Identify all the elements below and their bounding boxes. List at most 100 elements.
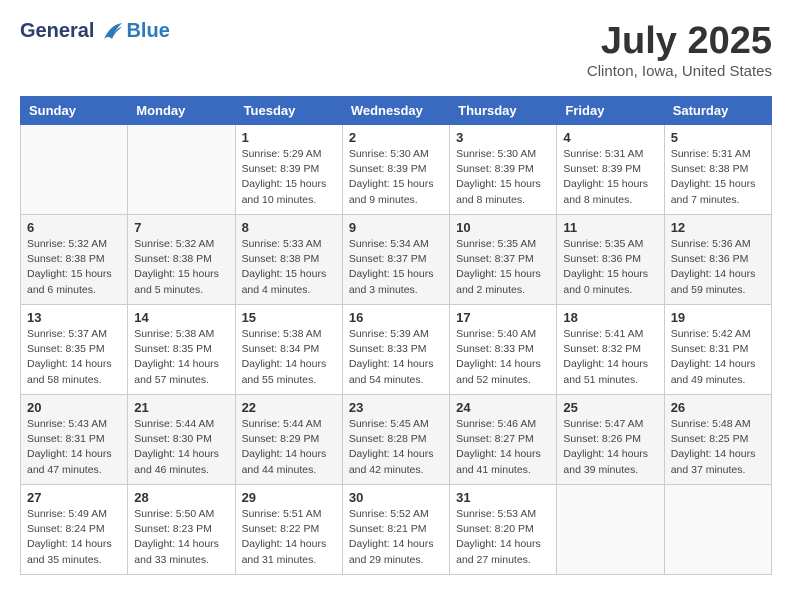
day-info: Sunrise: 5:49 AM Sunset: 8:24 PM Dayligh… [27, 507, 121, 568]
calendar-day-cell: 21Sunrise: 5:44 AM Sunset: 8:30 PM Dayli… [128, 395, 235, 485]
day-info: Sunrise: 5:46 AM Sunset: 8:27 PM Dayligh… [456, 417, 550, 478]
month-title: July 2025 [587, 20, 772, 63]
calendar-day-cell [128, 125, 235, 215]
logo-bird-icon [96, 21, 124, 43]
day-info: Sunrise: 5:31 AM Sunset: 8:38 PM Dayligh… [671, 147, 765, 208]
calendar-day-cell [664, 485, 771, 575]
day-info: Sunrise: 5:45 AM Sunset: 8:28 PM Dayligh… [349, 417, 443, 478]
calendar-week-row: 27 Sunrise: 5:49 AM Sunset: 8:24 PM Dayli… [21, 485, 772, 575]
calendar-day-cell: 8Sunrise: 5:33 AM Sunset: 8:38 PM Daylig… [235, 215, 342, 305]
day-info: Sunrise: 5:40 AM Sunset: 8:33 PM Dayligh… [456, 327, 550, 388]
logo: General Blue [20, 20, 170, 43]
calendar-day-cell: 10Sunrise: 5:35 AM Sunset: 8:37 PM Dayli… [450, 215, 557, 305]
day-number: 24 [456, 400, 550, 415]
location: Clinton, Iowa, United States [587, 63, 772, 80]
day-number: 14 [134, 310, 228, 325]
day-info: Sunrise: 5:30 AM Sunset: 8:39 PM Dayligh… [456, 147, 550, 208]
calendar-day-cell: 15Sunrise: 5:38 AM Sunset: 8:34 PM Dayli… [235, 305, 342, 395]
day-number: 18 [563, 310, 657, 325]
calendar-week-row: 20Sunrise: 5:43 AM Sunset: 8:31 PM Dayli… [21, 395, 772, 485]
day-number: 4 [563, 130, 657, 145]
day-info: Sunrise: 5:34 AM Sunset: 8:37 PM Dayligh… [349, 237, 443, 298]
calendar-day-cell: 6 Sunrise: 5:32 AM Sunset: 8:38 PM Daylig… [21, 215, 128, 305]
day-info: Sunrise: 5:44 AM Sunset: 8:29 PM Dayligh… [242, 417, 336, 478]
calendar-day-cell: 24 Sunrise: 5:46 AM Sunset: 8:27 PM Dayli… [450, 395, 557, 485]
calendar-day-cell: 28 Sunrise: 5:50 AM Sunset: 8:23 PM Dayli… [128, 485, 235, 575]
calendar-day-cell: 7 Sunrise: 5:32 AM Sunset: 8:38 PM Daylig… [128, 215, 235, 305]
calendar-week-row: 6 Sunrise: 5:32 AM Sunset: 8:38 PM Daylig… [21, 215, 772, 305]
day-number: 5 [671, 130, 765, 145]
day-number: 27 [27, 490, 121, 505]
calendar-day-cell: 12 Sunrise: 5:36 AM Sunset: 8:36 PM Dayli… [664, 215, 771, 305]
title-section: July 2025 Clinton, Iowa, United States [587, 20, 772, 80]
day-info: Sunrise: 5:50 AM Sunset: 8:23 PM Dayligh… [134, 507, 228, 568]
day-number: 7 [134, 220, 228, 235]
day-number: 16 [349, 310, 443, 325]
calendar-day-header: Wednesday [342, 97, 449, 125]
calendar-day-cell: 22 Sunrise: 5:44 AM Sunset: 8:29 PM Dayli… [235, 395, 342, 485]
day-number: 22 [242, 400, 336, 415]
calendar-day-header: Saturday [664, 97, 771, 125]
calendar-day-header: Friday [557, 97, 664, 125]
day-number: 6 [27, 220, 121, 235]
day-info: Sunrise: 5:51 AM Sunset: 8:22 PM Dayligh… [242, 507, 336, 568]
calendar-day-header: Tuesday [235, 97, 342, 125]
day-number: 11 [563, 220, 657, 235]
calendar-day-cell: 27 Sunrise: 5:49 AM Sunset: 8:24 PM Dayli… [21, 485, 128, 575]
calendar-day-cell: 25Sunrise: 5:47 AM Sunset: 8:26 PM Dayli… [557, 395, 664, 485]
day-info: Sunrise: 5:53 AM Sunset: 8:20 PM Dayligh… [456, 507, 550, 568]
calendar-day-cell: 4 Sunrise: 5:31 AM Sunset: 8:39 PM Daylig… [557, 125, 664, 215]
calendar-day-cell [557, 485, 664, 575]
day-info: Sunrise: 5:31 AM Sunset: 8:39 PM Dayligh… [563, 147, 657, 208]
day-info: Sunrise: 5:44 AM Sunset: 8:30 PM Dayligh… [134, 417, 228, 478]
day-number: 25 [563, 400, 657, 415]
day-number: 17 [456, 310, 550, 325]
calendar-day-cell: 29 Sunrise: 5:51 AM Sunset: 8:22 PM Dayli… [235, 485, 342, 575]
day-info: Sunrise: 5:35 AM Sunset: 8:37 PM Dayligh… [456, 237, 550, 298]
day-info: Sunrise: 5:32 AM Sunset: 8:38 PM Dayligh… [134, 237, 228, 298]
day-info: Sunrise: 5:36 AM Sunset: 8:36 PM Dayligh… [671, 237, 765, 298]
day-number: 13 [27, 310, 121, 325]
day-info: Sunrise: 5:42 AM Sunset: 8:31 PM Dayligh… [671, 327, 765, 388]
day-info: Sunrise: 5:29 AM Sunset: 8:39 PM Dayligh… [242, 147, 336, 208]
day-number: 1 [242, 130, 336, 145]
day-number: 9 [349, 220, 443, 235]
day-number: 19 [671, 310, 765, 325]
calendar-day-header: Sunday [21, 97, 128, 125]
day-number: 12 [671, 220, 765, 235]
calendar-day-cell: 1 Sunrise: 5:29 AM Sunset: 8:39 PM Daylig… [235, 125, 342, 215]
day-info: Sunrise: 5:52 AM Sunset: 8:21 PM Dayligh… [349, 507, 443, 568]
calendar-day-cell: 13 Sunrise: 5:37 AM Sunset: 8:35 PM Dayli… [21, 305, 128, 395]
calendar-week-row: 13 Sunrise: 5:37 AM Sunset: 8:35 PM Dayli… [21, 305, 772, 395]
calendar-table: SundayMondayTuesdayWednesdayThursdayFrid… [20, 96, 772, 575]
logo-general-text: General [20, 20, 94, 43]
day-info: Sunrise: 5:39 AM Sunset: 8:33 PM Dayligh… [349, 327, 443, 388]
day-info: Sunrise: 5:41 AM Sunset: 8:32 PM Dayligh… [563, 327, 657, 388]
day-info: Sunrise: 5:32 AM Sunset: 8:38 PM Dayligh… [27, 237, 121, 298]
calendar-day-cell: 30 Sunrise: 5:52 AM Sunset: 8:21 PM Dayli… [342, 485, 449, 575]
day-info: Sunrise: 5:30 AM Sunset: 8:39 PM Dayligh… [349, 147, 443, 208]
calendar-day-cell: 9 Sunrise: 5:34 AM Sunset: 8:37 PM Daylig… [342, 215, 449, 305]
day-number: 8 [242, 220, 336, 235]
calendar-day-cell: 11Sunrise: 5:35 AM Sunset: 8:36 PM Dayli… [557, 215, 664, 305]
calendar-day-cell: 5 Sunrise: 5:31 AM Sunset: 8:38 PM Daylig… [664, 125, 771, 215]
day-number: 29 [242, 490, 336, 505]
calendar-day-cell: 17 Sunrise: 5:40 AM Sunset: 8:33 PM Dayli… [450, 305, 557, 395]
calendar-day-cell: 19 Sunrise: 5:42 AM Sunset: 8:31 PM Dayli… [664, 305, 771, 395]
calendar-day-cell: 23Sunrise: 5:45 AM Sunset: 8:28 PM Dayli… [342, 395, 449, 485]
calendar-header-row: SundayMondayTuesdayWednesdayThursdayFrid… [21, 97, 772, 125]
calendar-day-header: Monday [128, 97, 235, 125]
calendar-day-cell: 2Sunrise: 5:30 AM Sunset: 8:39 PM Daylig… [342, 125, 449, 215]
day-number: 30 [349, 490, 443, 505]
day-info: Sunrise: 5:38 AM Sunset: 8:34 PM Dayligh… [242, 327, 336, 388]
day-info: Sunrise: 5:37 AM Sunset: 8:35 PM Dayligh… [27, 327, 121, 388]
day-number: 31 [456, 490, 550, 505]
day-info: Sunrise: 5:48 AM Sunset: 8:25 PM Dayligh… [671, 417, 765, 478]
day-number: 28 [134, 490, 228, 505]
day-number: 3 [456, 130, 550, 145]
calendar-day-cell: 3 Sunrise: 5:30 AM Sunset: 8:39 PM Daylig… [450, 125, 557, 215]
calendar-day-header: Thursday [450, 97, 557, 125]
calendar-week-row: 1 Sunrise: 5:29 AM Sunset: 8:39 PM Daylig… [21, 125, 772, 215]
day-number: 26 [671, 400, 765, 415]
calendar-day-cell: 20Sunrise: 5:43 AM Sunset: 8:31 PM Dayli… [21, 395, 128, 485]
